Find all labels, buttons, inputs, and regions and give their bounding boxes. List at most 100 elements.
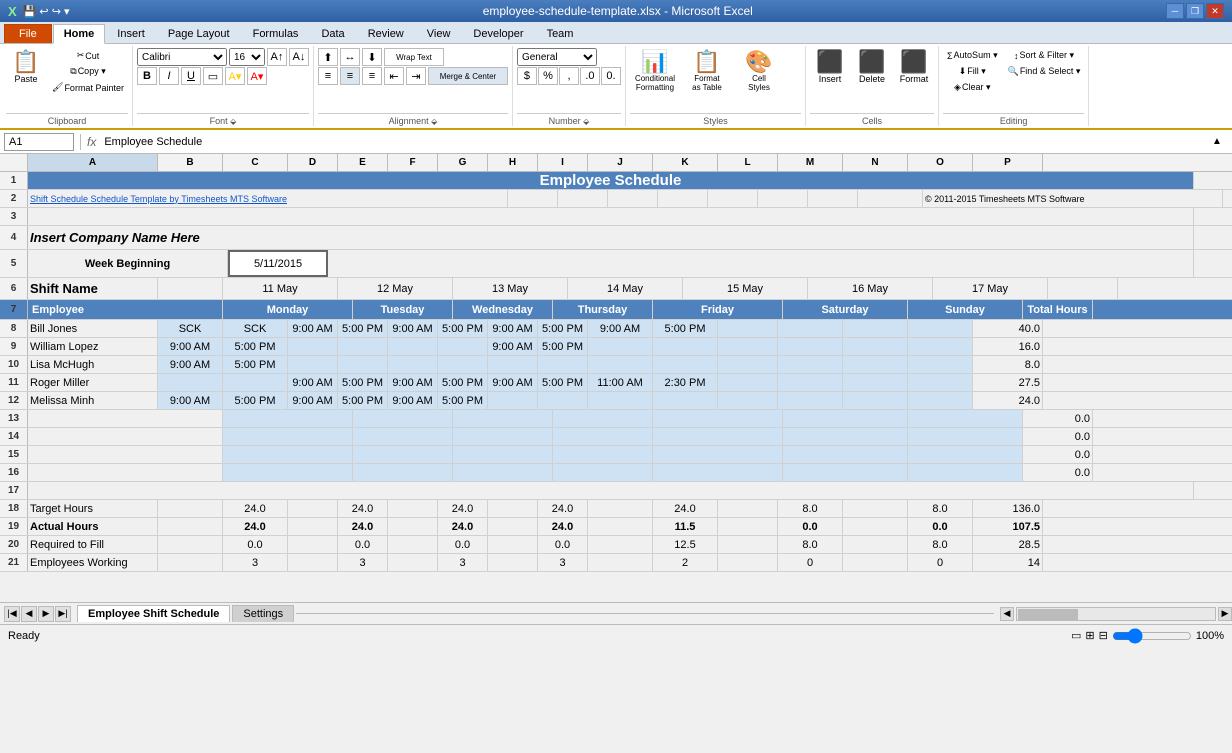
cell-N18[interactable]	[843, 500, 908, 517]
cell-D2[interactable]	[608, 190, 658, 207]
cell-C11[interactable]	[223, 374, 288, 391]
increase-font-button[interactable]: A↑	[267, 48, 287, 66]
cell-E18[interactable]: 24.0	[338, 500, 388, 517]
cell-G8[interactable]: 5:00 PM	[438, 320, 488, 337]
cell-O11[interactable]	[908, 374, 973, 391]
col-header-J[interactable]: J	[588, 154, 653, 171]
cell-total14[interactable]: 0.0	[1023, 428, 1093, 445]
col-header-I[interactable]: I	[538, 154, 588, 171]
cell-H18[interactable]	[488, 500, 538, 517]
tab-developer[interactable]: Developer	[462, 24, 534, 43]
cell-M12[interactable]	[778, 392, 843, 409]
cell-LM16[interactable]	[783, 464, 908, 481]
col-header-M[interactable]: M	[778, 154, 843, 171]
cell-G19[interactable]: 24.0	[438, 518, 488, 535]
sheet-last-button[interactable]: ▶|	[55, 606, 71, 622]
autosum-button[interactable]: Σ AutoSum ▾	[943, 48, 1002, 63]
cell-total18[interactable]: 136.0	[973, 500, 1043, 517]
cell-D11[interactable]: 9:00 AM	[288, 374, 338, 391]
cell-G12[interactable]: 5:00 PM	[438, 392, 488, 409]
cell-BC16[interactable]	[223, 464, 353, 481]
cell-L18[interactable]	[718, 500, 778, 517]
cell-H2[interactable]	[808, 190, 858, 207]
cell-L11[interactable]	[718, 374, 778, 391]
col-header-D[interactable]: D	[288, 154, 338, 171]
ribbon-collapse-button[interactable]: ▲	[1212, 136, 1228, 147]
cell-F18[interactable]	[388, 500, 438, 517]
cell-BC13[interactable]	[223, 410, 353, 427]
cell-I20[interactable]: 0.0	[538, 536, 588, 553]
cell-JK15[interactable]	[653, 446, 783, 463]
tab-review[interactable]: Review	[357, 24, 415, 43]
cell-F9[interactable]	[388, 338, 438, 355]
indent-decrease-button[interactable]: ⇤	[384, 67, 404, 85]
cell-C9[interactable]: 5:00 PM	[223, 338, 288, 355]
cell-LM13[interactable]	[783, 410, 908, 427]
cell-total11[interactable]: 27.5	[973, 374, 1043, 391]
cell-DE15[interactable]	[353, 446, 453, 463]
col-header-L[interactable]: L	[718, 154, 778, 171]
cell-J8[interactable]: 9:00 AM	[588, 320, 653, 337]
cell-A21[interactable]: Employees Working	[28, 554, 158, 571]
copy-button[interactable]: ⧉ Copy ▾	[48, 64, 128, 79]
cell-A8[interactable]: Bill Jones	[28, 320, 158, 337]
cell-E21[interactable]: 3	[338, 554, 388, 571]
horizontal-scrollbar[interactable]: ◀ ▶	[1000, 607, 1232, 621]
cell-D12[interactable]: 9:00 AM	[288, 392, 338, 409]
font-color-button[interactable]: A▾	[247, 67, 267, 85]
sheet-first-button[interactable]: |◀	[4, 606, 20, 622]
cell-D21[interactable]	[288, 554, 338, 571]
cell-I8[interactable]: 5:00 PM	[538, 320, 588, 337]
cell-I12[interactable]	[538, 392, 588, 409]
cell-E19[interactable]: 24.0	[338, 518, 388, 535]
minimize-button[interactable]: ─	[1166, 3, 1184, 19]
cell-O8[interactable]	[908, 320, 973, 337]
cell-B20[interactable]	[158, 536, 223, 553]
grid-body[interactable]: 1 Employee Schedule 2 Shift Schedule Sch…	[0, 172, 1232, 602]
decimal-decrease-button[interactable]: 0.	[601, 67, 621, 85]
cell-H20[interactable]	[488, 536, 538, 553]
cell-A16[interactable]	[28, 464, 223, 481]
cell-K19[interactable]: 11.5	[653, 518, 718, 535]
cell-A2[interactable]: Shift Schedule Schedule Template by Time…	[28, 190, 508, 207]
cell-K21[interactable]: 2	[653, 554, 718, 571]
cell-I19[interactable]: 24.0	[538, 518, 588, 535]
col-header-F[interactable]: F	[388, 154, 438, 171]
col-header-E[interactable]: E	[338, 154, 388, 171]
cell-B11[interactable]	[158, 374, 223, 391]
cell-A19[interactable]: Actual Hours	[28, 518, 158, 535]
cell-D10[interactable]	[288, 356, 338, 373]
sheet-nav[interactable]: |◀ ◀ ▶ ▶|	[4, 606, 71, 622]
cell-A13[interactable]	[28, 410, 223, 427]
cell-N19[interactable]	[843, 518, 908, 535]
cell-J19[interactable]	[588, 518, 653, 535]
cell-M21[interactable]: 0	[778, 554, 843, 571]
align-bottom-button[interactable]: ⬇	[362, 48, 382, 66]
cell-JK16[interactable]	[653, 464, 783, 481]
cell-JK14[interactable]	[653, 428, 783, 445]
cell-total13[interactable]: 0.0	[1023, 410, 1093, 427]
merge-center-button[interactable]: Merge & Center	[428, 67, 508, 85]
font-size-select[interactable]: 16	[229, 48, 265, 66]
col-header-C[interactable]: C	[223, 154, 288, 171]
cell-I9[interactable]: 5:00 PM	[538, 338, 588, 355]
cell-styles-button[interactable]: 🎨 CellStyles	[734, 48, 784, 95]
underline-button[interactable]: U	[181, 67, 201, 85]
cell-M19[interactable]: 0.0	[778, 518, 843, 535]
cell-total12[interactable]: 24.0	[973, 392, 1043, 409]
cell-J12[interactable]	[588, 392, 653, 409]
close-button[interactable]: ✕	[1206, 3, 1224, 19]
cell-E8[interactable]: 5:00 PM	[338, 320, 388, 337]
cell-F10[interactable]	[388, 356, 438, 373]
fill-button[interactable]: ⬇ Fill ▾	[943, 64, 1002, 79]
cell-O12[interactable]	[908, 392, 973, 409]
cell-C21[interactable]: 3	[223, 554, 288, 571]
cell-DE16[interactable]	[353, 464, 453, 481]
percent-button[interactable]: %	[538, 67, 558, 85]
cell-B2[interactable]	[508, 190, 558, 207]
cut-button[interactable]: ✂ Cut	[48, 48, 128, 63]
cell-total9[interactable]: 16.0	[973, 338, 1043, 355]
cell-HI16[interactable]	[553, 464, 653, 481]
tab-data[interactable]: Data	[310, 24, 355, 43]
name-box[interactable]	[4, 133, 74, 151]
